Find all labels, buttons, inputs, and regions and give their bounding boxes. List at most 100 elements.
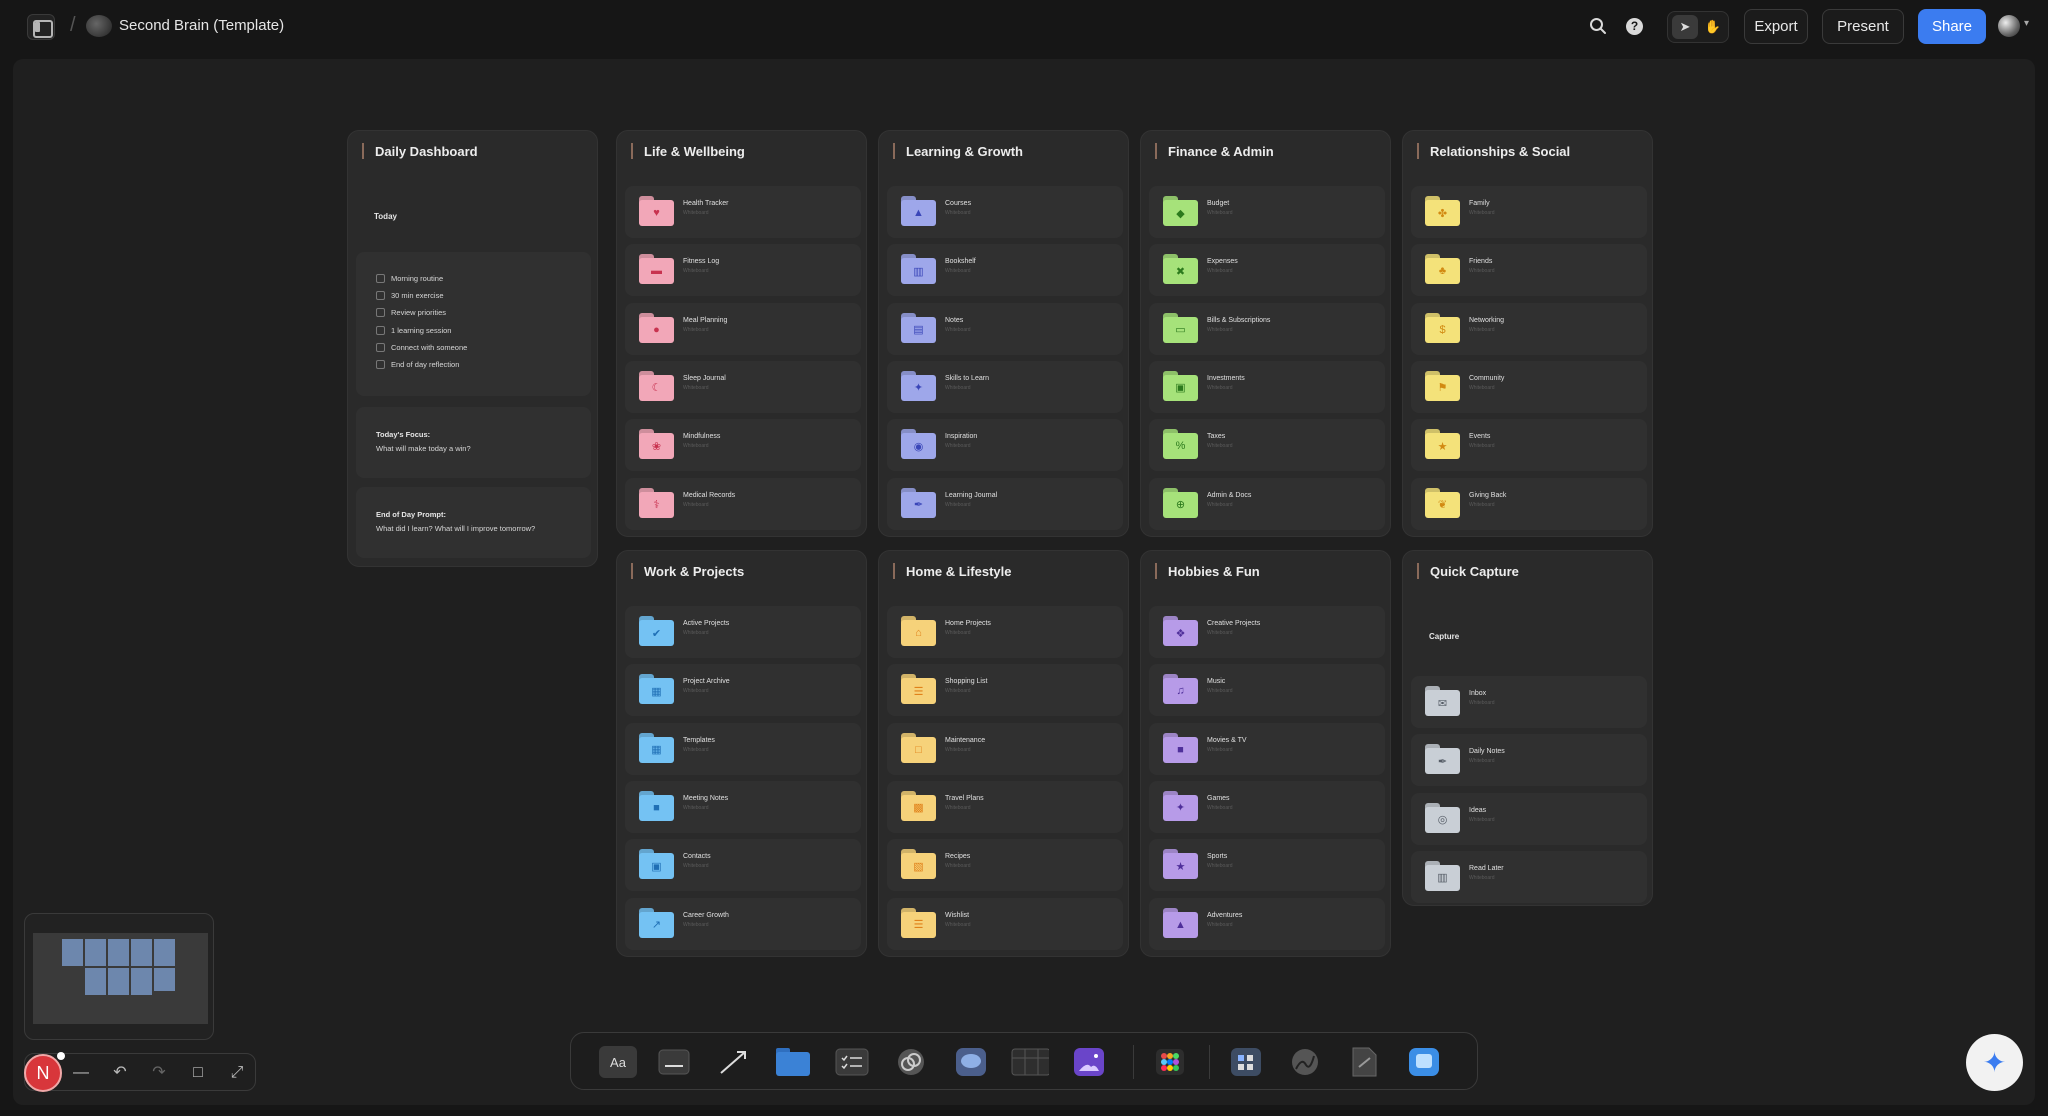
help-icon[interactable]: ? <box>1626 18 1643 35</box>
folder-card[interactable]: ★ Events Whiteboard <box>1411 419 1647 472</box>
folder-card[interactable]: ✤ Family Whiteboard <box>1411 186 1647 238</box>
export-button[interactable]: Export <box>1744 9 1808 44</box>
folder-card[interactable]: ⚑ Community Whiteboard <box>1411 360 1647 413</box>
folder-card[interactable]: ↗ Career Growth Whiteboard <box>625 897 861 950</box>
arrow-tool-icon[interactable] <box>714 1046 752 1078</box>
checklist-item[interactable]: End of day reflection <box>376 360 459 369</box>
hand-tool-icon[interactable]: ✋ <box>1700 15 1726 39</box>
board-panel[interactable]: Relationships & Social ✤ Family Whiteboard ♣… <box>1402 130 1653 537</box>
folder-card[interactable]: ♣ Friends Whiteboard <box>1411 244 1647 297</box>
checklist-item[interactable]: 1 learning session <box>376 326 451 335</box>
board-panel[interactable]: Learning & Growth ▲ Courses Whiteboard ▥ Book… <box>878 130 1129 537</box>
folder-card[interactable]: ⌂ Home Projects Whiteboard <box>887 606 1123 658</box>
daily-dashboard-panel[interactable]: Daily Dashboard Today Morning routine 30… <box>347 130 598 567</box>
note-tool-icon[interactable] <box>655 1046 693 1078</box>
user-avatar[interactable] <box>1998 15 2020 37</box>
user-initial-avatar[interactable]: N <box>24 1054 62 1092</box>
chevron-down-icon[interactable]: ▾ <box>2024 18 2029 29</box>
folder-card[interactable]: ▲ Adventures Whiteboard <box>1149 897 1385 950</box>
folder-card[interactable]: ★ Sports Whiteboard <box>1149 839 1385 892</box>
folder-card[interactable]: ▧ Recipes Whiteboard <box>887 839 1123 892</box>
folder-card[interactable]: ◎ Ideas Whiteboard <box>1411 792 1647 845</box>
folder-card[interactable]: ♫ Music Whiteboard <box>1149 664 1385 717</box>
folder-card[interactable]: ◉ Inspiration Whiteboard <box>887 419 1123 472</box>
pointer-tool-icon[interactable]: ➤ <box>1672 15 1698 39</box>
zoom-out-icon[interactable]: — <box>71 1063 91 1083</box>
board-panel[interactable]: Home & Lifestyle ⌂ Home Projects Whiteboard… <box>878 550 1129 957</box>
document-tool-icon[interactable] <box>1345 1046 1383 1078</box>
folder-icon: □ <box>901 732 936 763</box>
folder-card[interactable]: ■ Meeting Notes Whiteboard <box>625 780 861 833</box>
folder-card[interactable]: ❖ Creative Projects Whiteboard <box>1149 606 1385 658</box>
sidebar-toggle-icon[interactable] <box>27 14 55 40</box>
minimap[interactable] <box>24 913 214 1040</box>
folder-card[interactable]: ● Meal Planning Whiteboard <box>625 302 861 355</box>
present-button[interactable]: Present <box>1822 9 1904 44</box>
folder-card[interactable]: □ Maintenance Whiteboard <box>887 722 1123 775</box>
folder-card[interactable]: ■ Movies & TV Whiteboard <box>1149 722 1385 775</box>
table-tool-icon[interactable] <box>1011 1046 1049 1078</box>
folder-icon: ◆ <box>1163 196 1198 226</box>
pen-tool-icon[interactable] <box>1286 1046 1324 1078</box>
folder-card[interactable]: ✔ Active Projects Whiteboard <box>625 606 861 658</box>
folder-card[interactable]: ☾ Sleep Journal Whiteboard <box>625 360 861 413</box>
folder-card[interactable]: ▣ Contacts Whiteboard <box>625 839 861 892</box>
folder-card[interactable]: ◆ Budget Whiteboard <box>1149 186 1385 238</box>
folder-card[interactable]: ▭ Bills & Subscriptions Whiteboard <box>1149 302 1385 355</box>
whiteboard-canvas[interactable]: Daily Dashboard Today Morning routine 30… <box>13 59 2035 1105</box>
panel-title: Hobbies & Fun <box>1155 563 1260 579</box>
folder-card[interactable]: ❦ Giving Back Whiteboard <box>1411 477 1647 530</box>
folder-icon: ⌂ <box>901 616 936 646</box>
fit-to-screen-icon[interactable]: □ <box>188 1063 208 1083</box>
board-panel[interactable]: Finance & Admin ◆ Budget Whiteboard ✖ Expense… <box>1140 130 1391 537</box>
checklist-item[interactable]: Connect with someone <box>376 343 467 352</box>
comment-tool-icon[interactable] <box>952 1046 990 1078</box>
text-tool-icon[interactable]: Aa <box>599 1046 637 1078</box>
folder-card[interactable]: ☰ Wishlist Whiteboard <box>887 897 1123 950</box>
folder-card[interactable]: ▣ Investments Whiteboard <box>1149 360 1385 413</box>
checklist-item[interactable]: Review priorities <box>376 308 446 317</box>
checklist-item[interactable]: Morning routine <box>376 274 443 283</box>
folder-card[interactable]: ✒ Learning Journal Whiteboard <box>887 477 1123 530</box>
search-icon[interactable] <box>1589 17 1607 35</box>
apps-grid-icon[interactable] <box>1151 1046 1189 1078</box>
folder-card[interactable]: ▩ Travel Plans Whiteboard <box>887 780 1123 833</box>
board-tool-icon[interactable] <box>1227 1046 1265 1078</box>
folder-card[interactable]: ✒ Daily Notes Whiteboard <box>1411 734 1647 787</box>
folder-card[interactable]: ✦ Skills to Learn Whiteboard <box>887 360 1123 413</box>
share-button[interactable]: Share <box>1918 9 1986 44</box>
fullscreen-icon[interactable]: ⤢ <box>227 1063 247 1083</box>
folder-card[interactable]: ⊕ Admin & Docs Whiteboard <box>1149 477 1385 530</box>
undo-icon[interactable]: ↶ <box>110 1063 130 1083</box>
board-panel[interactable]: Hobbies & Fun ❖ Creative Projects Whiteboar… <box>1140 550 1391 957</box>
image-tool-icon[interactable] <box>1070 1046 1108 1078</box>
folder-card[interactable]: % Taxes Whiteboard <box>1149 419 1385 472</box>
folder-card[interactable]: ✦ Games Whiteboard <box>1149 780 1385 833</box>
board-panel[interactable]: Work & Projects ✔ Active Projects Whiteboar… <box>616 550 867 957</box>
folder-card[interactable]: ♥ Health Tracker Whiteboard <box>625 186 861 238</box>
quick-capture-panel[interactable]: Quick Capture Capture ✉ Inbox Whiteboard ✒ D… <box>1402 550 1653 906</box>
checklist-item[interactable]: 30 min exercise <box>376 291 444 300</box>
checklist-tool-icon[interactable] <box>833 1046 871 1078</box>
folder-card[interactable]: ⚕ Medical Records Whiteboard <box>625 477 861 530</box>
folder-card[interactable]: ❀ Mindfulness Whiteboard <box>625 419 861 472</box>
folder-card[interactable]: $ Networking Whiteboard <box>1411 302 1647 355</box>
folder-card[interactable]: ▥ Read Later Whiteboard <box>1411 850 1647 903</box>
folder-card[interactable]: ▤ Notes Whiteboard <box>887 302 1123 355</box>
board-panel[interactable]: Life & Wellbeing ♥ Health Tracker Whiteboar… <box>616 130 867 537</box>
folder-card-title: Active Projects <box>683 620 730 627</box>
folder-card[interactable]: ✖ Expenses Whiteboard <box>1149 244 1385 297</box>
folder-tool-icon[interactable] <box>774 1046 812 1078</box>
ai-assistant-sparkle-icon[interactable]: ✦ <box>1966 1034 2023 1091</box>
link-tool-icon[interactable] <box>892 1046 930 1078</box>
window-tool-icon[interactable] <box>1405 1046 1443 1078</box>
folder-card[interactable]: ▦ Templates Whiteboard <box>625 722 861 775</box>
folder-card[interactable]: ✉ Inbox Whiteboard <box>1411 676 1647 728</box>
redo-icon[interactable]: ↷ <box>149 1063 169 1083</box>
folder-card[interactable]: ▬ Fitness Log Whiteboard <box>625 244 861 297</box>
document-title[interactable]: Second Brain (Template) <box>119 17 284 34</box>
folder-card[interactable]: ▦ Project Archive Whiteboard <box>625 664 861 717</box>
folder-card[interactable]: ☰ Shopping List Whiteboard <box>887 664 1123 717</box>
folder-card[interactable]: ▲ Courses Whiteboard <box>887 186 1123 238</box>
folder-card[interactable]: ▥ Bookshelf Whiteboard <box>887 244 1123 297</box>
